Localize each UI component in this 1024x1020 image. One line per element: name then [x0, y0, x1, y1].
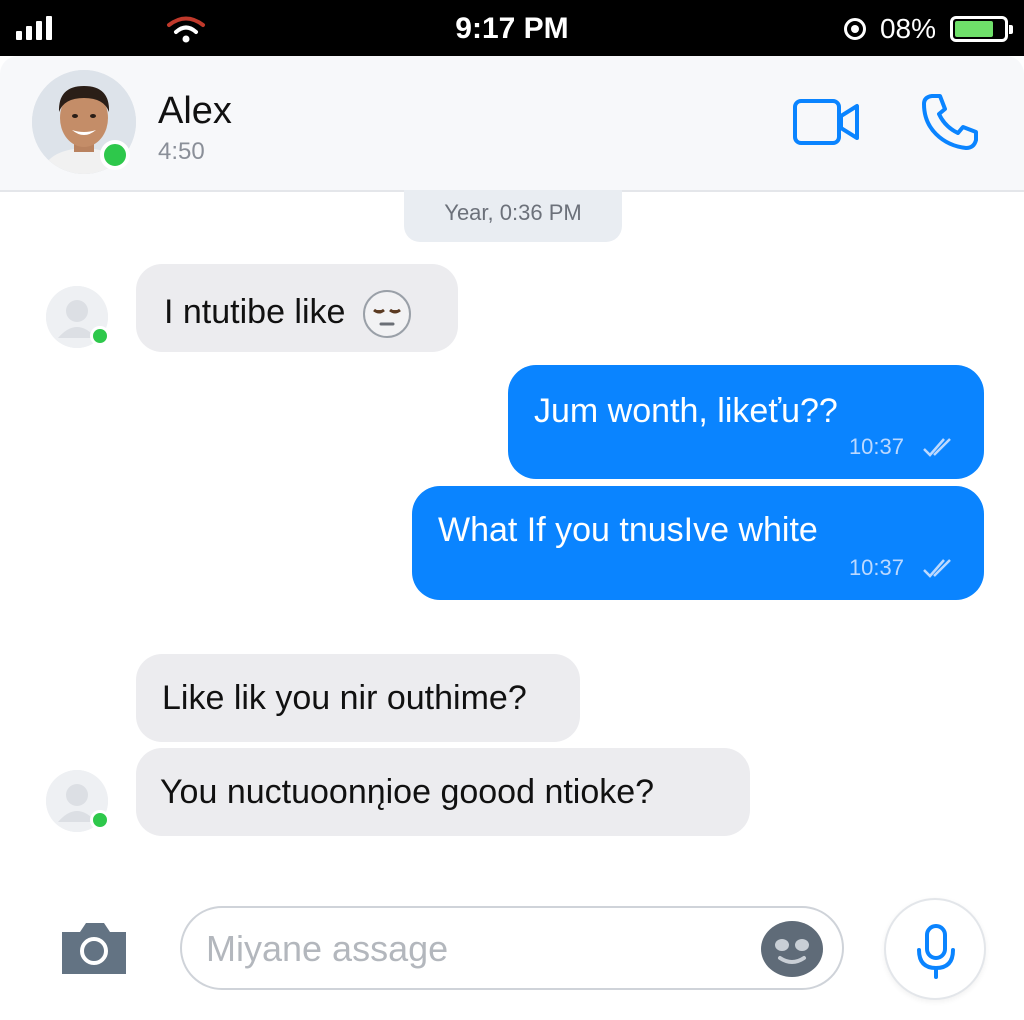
chat-header: Alex 4:50	[0, 56, 1024, 192]
date-separator: Year, 0:36 PM	[404, 190, 622, 242]
emoji-icon[interactable]	[760, 920, 824, 978]
message-meta: 10:37	[849, 548, 958, 588]
phone-call-icon[interactable]	[918, 90, 982, 154]
message-bubble-outgoing[interactable]: Jum wonth, likeťu?? 10:37	[508, 365, 984, 479]
message-text: I ntutibe like	[164, 292, 346, 331]
contact-name[interactable]: Alex	[158, 90, 232, 133]
microphone-icon	[917, 924, 955, 979]
message-input[interactable]	[204, 922, 768, 976]
sleepy-face-emoji	[362, 290, 411, 338]
battery-percent: 08%	[879, 13, 936, 44]
status-bar: 9:17 PM 08%	[0, 0, 1024, 56]
double-check-read-icon	[923, 438, 951, 457]
message-bubble-incoming[interactable]: Like lik you nir outhime?	[136, 654, 580, 742]
contact-last-seen: 4:50	[158, 138, 205, 165]
message-time: 10:37	[848, 555, 904, 580]
message-text: Jum wonth, likeťu??	[534, 392, 838, 430]
message-time: 10:37	[848, 434, 904, 459]
message-text: What If you tnusIve white	[438, 511, 818, 549]
camera-icon[interactable]	[58, 918, 130, 978]
online-status-dot	[90, 326, 110, 346]
battery-icon	[950, 16, 1013, 42]
battery-level-fill	[955, 21, 993, 37]
message-text: You nuctuoonn̨ioe goood ntioke?	[160, 773, 655, 811]
microphone-button[interactable]	[884, 898, 986, 1000]
message-text: Like lik you nir outhime?	[162, 679, 527, 717]
online-status-dot	[90, 810, 110, 830]
online-status-dot	[100, 140, 130, 170]
message-input-container[interactable]	[180, 906, 844, 990]
contact-avatar[interactable]	[32, 70, 136, 174]
sender-avatar[interactable]	[46, 770, 110, 832]
message-bubble-incoming[interactable]: You nuctuoonn̨ioe goood ntioke?	[136, 748, 750, 836]
message-bubble-incoming[interactable]: I ntutibe like	[136, 264, 458, 352]
video-call-icon[interactable]	[790, 94, 862, 150]
double-check-read-icon	[923, 559, 951, 578]
message-bubble-outgoing[interactable]: What If you tnusIve white 10:37	[412, 486, 984, 600]
rotation-lock-icon	[843, 18, 866, 40]
sender-avatar[interactable]	[46, 286, 110, 348]
message-meta: 10:37	[849, 427, 958, 467]
